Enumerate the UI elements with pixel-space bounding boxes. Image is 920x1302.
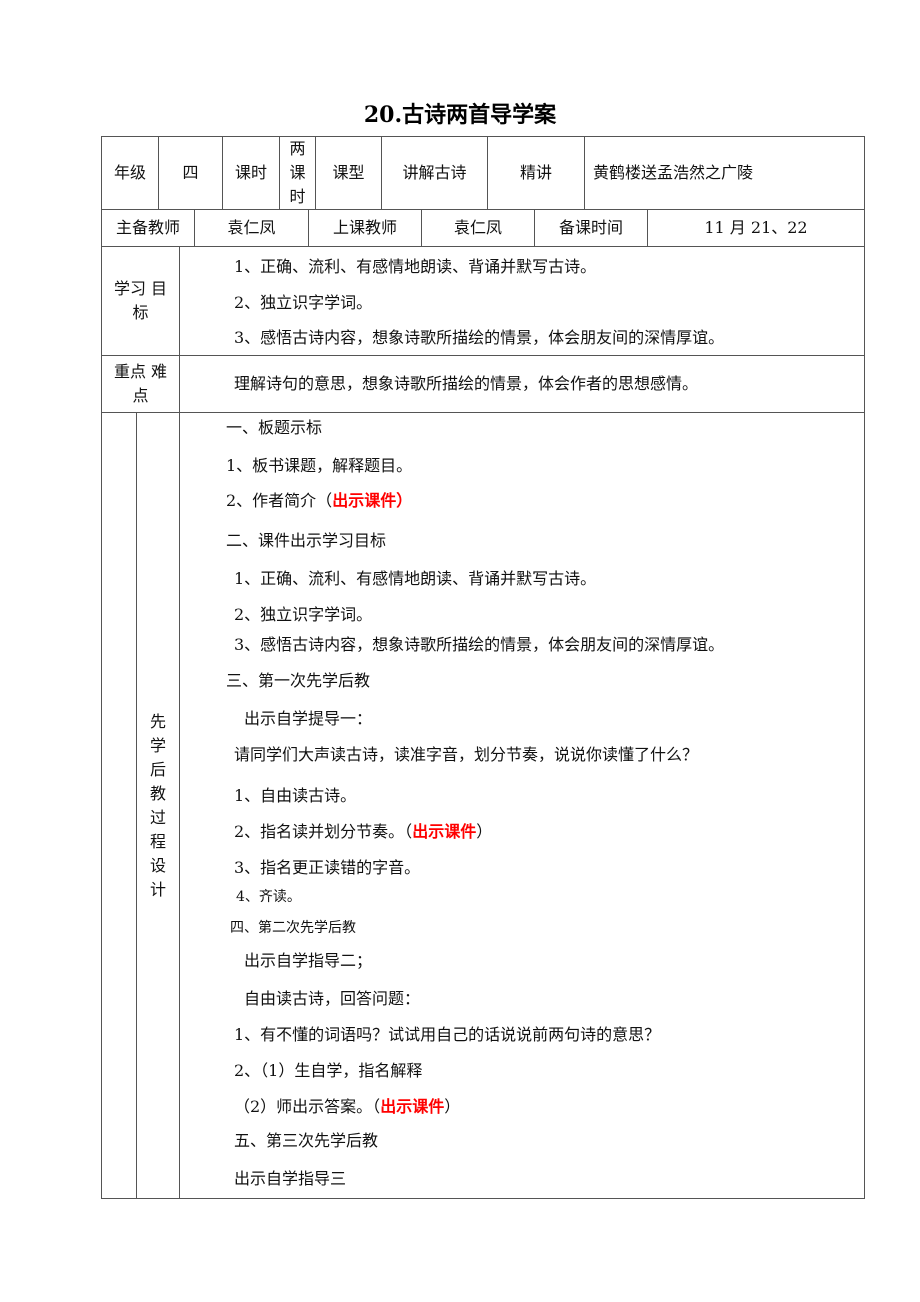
period-value: 两 课 时 (279, 136, 316, 210)
process-line: 3、感悟古诗内容，想象诗歌所描绘的情景，体会朋友间的深情厚谊。 (234, 635, 725, 654)
process-line: （2）师出示答案。（出示课件） (234, 1097, 461, 1116)
process-line: 出示自学指导三 (234, 1169, 347, 1188)
process-label-char: 后 (149, 759, 166, 779)
courseware-highlight: 出示课件） (332, 491, 413, 510)
prep-time-label: 备课时间 (534, 209, 648, 247)
type-label: 课型 (315, 136, 382, 210)
process-line: 1、正确、流利、有感情地朗读、背诵并默写古诗。 (234, 569, 597, 588)
lesson-title: 黄鹤楼送孟浩然之广陵 (584, 136, 865, 210)
process-line: 1、自由读古诗。 (234, 786, 357, 805)
courseware-highlight: 出示课件 (380, 1097, 445, 1116)
grade-label: 年级 (101, 136, 159, 210)
page-title: 20.古诗两首导学案 (363, 102, 557, 128)
process-line: 二、课件出示学习目标 (226, 531, 387, 550)
process-line: 2、作者简介（出示课件） (226, 491, 413, 510)
process-line: 2、独立识字学词。 (234, 605, 373, 624)
key-points-label: 重点 难 点 (101, 355, 180, 413)
process-label-char: 计 (149, 879, 166, 899)
key-points-label-line: 点 (132, 386, 149, 405)
main-teacher-label: 主备教师 (101, 209, 195, 247)
grade-value: 四 (158, 136, 223, 210)
process-label-char: 教 (149, 783, 166, 803)
process-line: 请同学们大声读古诗，读准字音，划分节奏，说说你读懂了什么？ (234, 745, 699, 764)
process-line: 三、第一次先学后教 (226, 671, 371, 690)
process-line: 3、指名更正读错的字音。 (234, 858, 421, 877)
period-label: 课时 (222, 136, 280, 210)
process-label-char: 过 (149, 807, 166, 827)
type-value: 讲解古诗 (381, 136, 488, 210)
process-line: 2、（1）生自学，指名解释 (234, 1061, 423, 1080)
key-points-content: 理解诗句的意思，想象诗歌所描绘的情景，体会作者的思想感情。 (179, 355, 865, 413)
process-spacer-cell (101, 412, 137, 1199)
goals-label: 学习 目 标 (101, 246, 180, 356)
courseware-highlight: 出示课件 (412, 822, 477, 841)
process-line: 五、第三次先学后教 (234, 1131, 379, 1150)
process-line: 出示自学指导二； (244, 951, 373, 970)
process-content: 一、板题示标 1、板书课题，解释题目。 2、作者简介（出示课件） 二、课件出示学… (179, 412, 865, 1199)
mode-value: 精讲 (487, 136, 585, 210)
process-label-char: 学 (149, 735, 166, 755)
process-line: 四、第二次先学后教 (230, 920, 356, 936)
goals-label-line: 学习 目 (113, 279, 168, 298)
goal-item: 2、独立识字学词。 (234, 293, 373, 312)
period-char: 课 (289, 163, 306, 182)
goal-item: 3、感悟古诗内容，想象诗歌所描绘的情景，体会朋友间的深情厚谊。 (234, 328, 725, 347)
goals-label-line: 标 (132, 303, 149, 322)
period-char: 两 (289, 139, 306, 158)
process-line: 自由读古诗，回答问题： (244, 989, 421, 1008)
main-teacher-value: 袁仁凤 (194, 209, 309, 247)
goal-item: 1、正确、流利、有感情地朗读、背诵并默写古诗。 (234, 257, 597, 276)
process-label-char: 设 (149, 855, 166, 875)
class-teacher-label: 上课教师 (308, 209, 422, 247)
process-label-char: 先 (149, 711, 166, 731)
process-line: 4、齐读。 (236, 889, 301, 905)
goals-content: 1、正确、流利、有感情地朗读、背诵并默写古诗。 2、独立识字学词。 3、感悟古诗… (179, 246, 865, 356)
process-line: 一、板题示标 (226, 418, 323, 437)
class-teacher-value: 袁仁凤 (421, 209, 535, 247)
process-line: 出示自学提导一： (244, 709, 373, 728)
period-char: 时 (289, 187, 306, 206)
process-line: 2、指名读并划分节奏。（出示课件） (234, 822, 493, 841)
process-line: 1、板书课题，解释题目。 (226, 456, 413, 475)
process-label: 先 学 后 教 过 程 设 计 (136, 412, 180, 1199)
process-line: 1、有不懂的词语吗？试试用自己的话说说前两句诗的意思？ (234, 1025, 661, 1044)
process-label-char: 程 (149, 831, 166, 851)
key-points-label-line: 重点 难 (113, 362, 168, 381)
prep-time-value: 11 月 21、22 (647, 209, 865, 247)
